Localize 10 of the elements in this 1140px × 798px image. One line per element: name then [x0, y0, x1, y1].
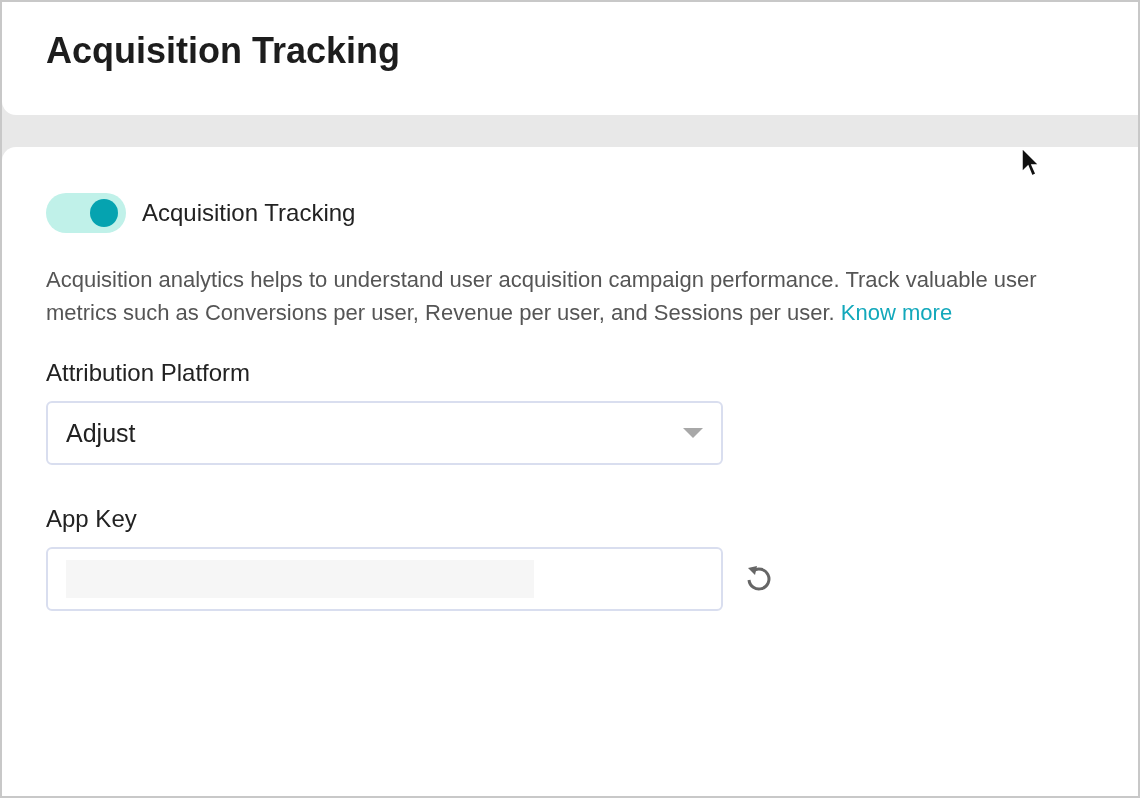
dropdown-field[interactable]: Adjust	[46, 401, 723, 465]
field-label: App Key	[46, 505, 138, 533]
caret-icon	[683, 428, 703, 438]
page-title: Acquisition Tracking	[46, 29, 401, 72]
input-field[interactable]	[46, 547, 723, 611]
field-label: Attribution Platform	[46, 359, 252, 387]
description-text: Acquisition analytics helps to understand user acquisition campaign performance. Track valuable user metrics such as Conversions per user, Revenue per user, and Sessions per user. Know more	[46, 266, 1038, 327]
toggle-switch[interactable]	[46, 193, 126, 233]
toggle-label: Acquisition Tracking	[142, 199, 356, 227]
refresh-icon[interactable]	[745, 564, 773, 594]
